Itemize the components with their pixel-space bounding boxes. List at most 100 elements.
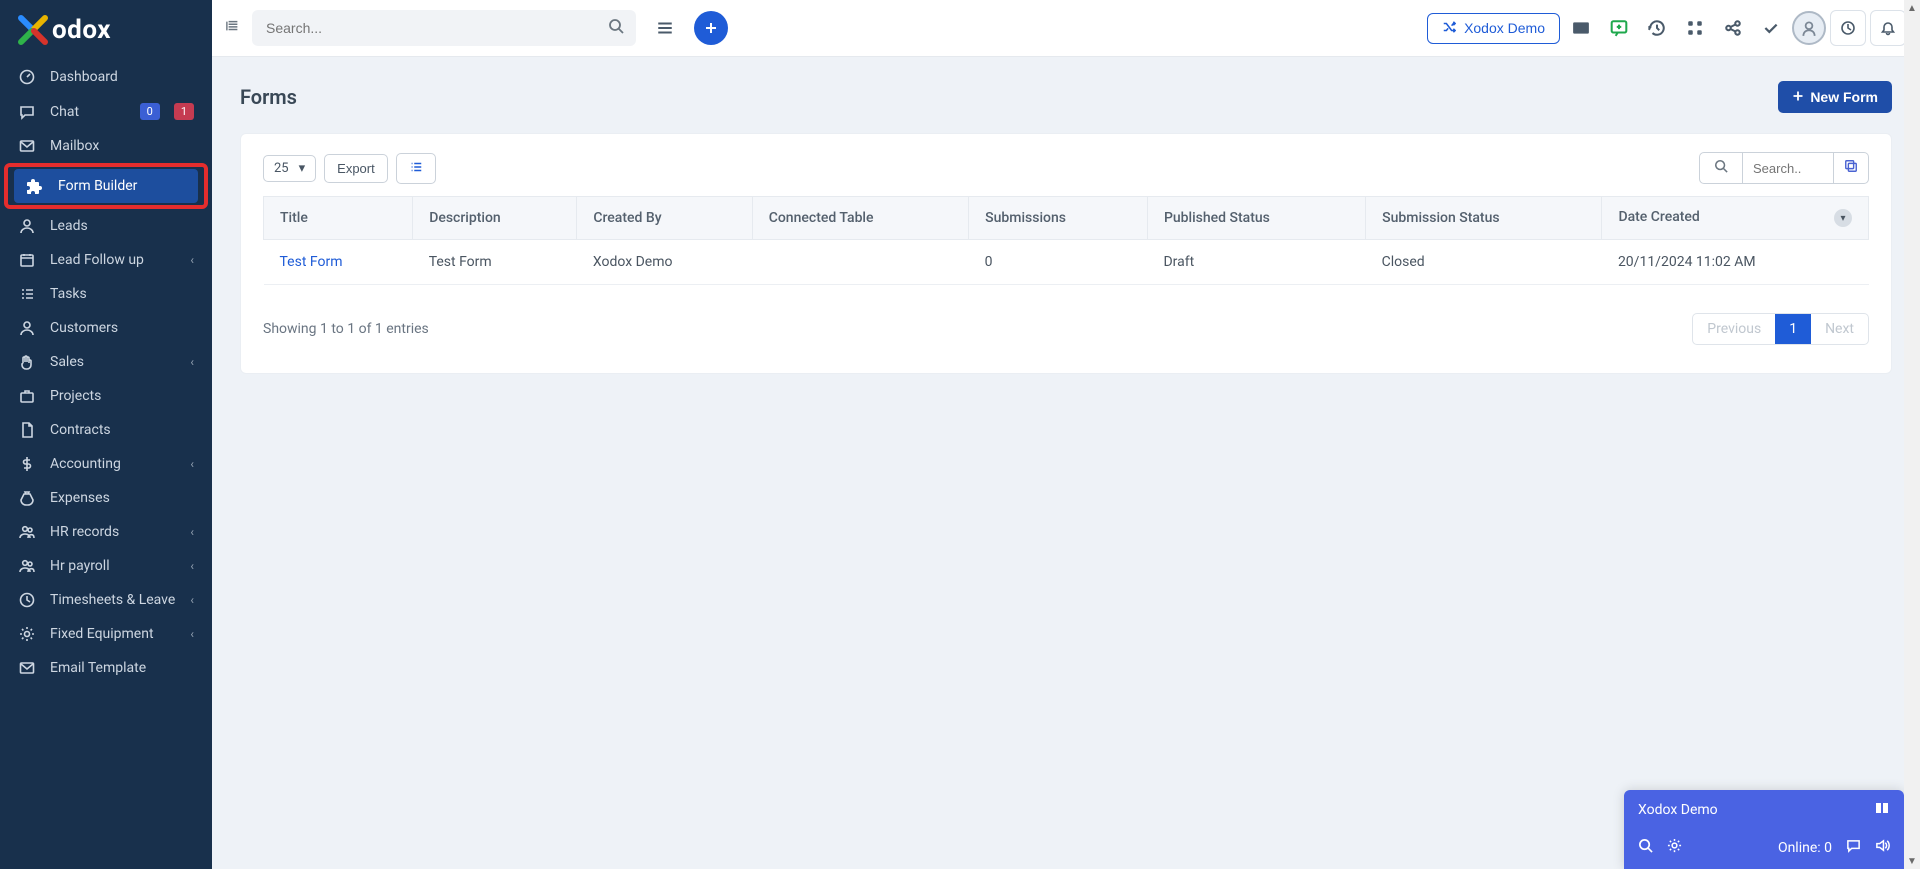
sidebar-item-label: Leads: [50, 218, 194, 234]
gear-icon[interactable]: [1667, 838, 1682, 857]
export-button[interactable]: Export: [324, 154, 388, 183]
sidebar-item-label: Projects: [50, 388, 194, 404]
demo-user-button[interactable]: Xodox Demo: [1427, 13, 1560, 44]
chevron-left-icon: ‹: [190, 525, 194, 539]
message-plus-icon[interactable]: [1602, 11, 1636, 45]
col-title[interactable]: Title: [264, 197, 413, 240]
hamburger-icon[interactable]: [648, 11, 682, 45]
history-icon[interactable]: [1640, 11, 1674, 45]
sidebar-item-hr-payroll[interactable]: Hr payroll ‹: [0, 549, 212, 583]
message-icon[interactable]: [1846, 838, 1861, 857]
group-icon: [18, 558, 36, 574]
sidebar-item-email-template[interactable]: Email Template: [0, 651, 212, 685]
col-created-by[interactable]: Created By: [577, 197, 752, 240]
sidebar-item-label: Hr payroll: [50, 558, 176, 574]
cell-connected-table: [752, 240, 968, 285]
table-search-input[interactable]: [1743, 155, 1833, 182]
pager-prev[interactable]: Previous: [1693, 314, 1775, 344]
page-header: Forms New Form: [240, 81, 1892, 113]
browser-scrollbar[interactable]: ▲ ▼: [1904, 0, 1920, 869]
gauge-icon: [18, 69, 36, 85]
grid-apps-icon[interactable]: [1678, 11, 1712, 45]
shuffle-icon: [1442, 20, 1456, 37]
sidebar-item-customers[interactable]: Customers: [0, 311, 212, 345]
forms-table: Title Description Created By Connected T…: [263, 196, 1869, 285]
sidebar-item-accounting[interactable]: Accounting ‹: [0, 447, 212, 481]
sidebar-item-form-builder[interactable]: Form Builder: [14, 169, 198, 203]
sidebar-item-timesheets[interactable]: Timesheets & Leave ‹: [0, 583, 212, 617]
document-icon: [18, 422, 36, 438]
search-icon[interactable]: [1700, 153, 1743, 183]
check-icon[interactable]: [1754, 11, 1788, 45]
cell-title[interactable]: Test Form: [264, 240, 413, 285]
col-published-status[interactable]: Published Status: [1147, 197, 1365, 240]
sidebar-item-contracts[interactable]: Contracts: [0, 413, 212, 447]
demo-user-label: Xodox Demo: [1464, 20, 1545, 36]
id-card-icon[interactable]: [1564, 11, 1598, 45]
group-icon: [18, 524, 36, 540]
col-submission-status[interactable]: Submission Status: [1366, 197, 1602, 240]
volume-icon[interactable]: [1875, 838, 1890, 857]
logo-mark-icon: [18, 15, 48, 45]
search-icon[interactable]: [608, 18, 624, 38]
sidebar-item-dashboard[interactable]: Dashboard: [0, 60, 212, 94]
scroll-up-icon[interactable]: ▲: [1904, 0, 1920, 16]
user-icon: [18, 320, 36, 336]
sidebar-item-leads[interactable]: Leads: [0, 209, 212, 243]
chevron-left-icon: ‹: [190, 457, 194, 471]
page-size-select[interactable]: 25 ▾: [263, 155, 316, 182]
sidebar-item-tasks[interactable]: Tasks: [0, 277, 212, 311]
chat-dock[interactable]: Xodox Demo Online: 0: [1624, 790, 1904, 869]
sidebar-item-label: Sales: [50, 354, 176, 370]
page-content: Forms New Form 25 ▾ Export: [212, 57, 1920, 869]
chevron-left-icon: ‹: [190, 593, 194, 607]
scroll-down-icon[interactable]: ▼: [1904, 853, 1920, 869]
new-form-button[interactable]: New Form: [1778, 81, 1892, 113]
entries-summary: Showing 1 to 1 of 1 entries: [263, 321, 429, 337]
leads-icon: [18, 218, 36, 234]
pager-next[interactable]: Next: [1811, 314, 1868, 344]
add-button[interactable]: [694, 11, 728, 45]
sidebar-item-hr-records[interactable]: HR records ‹: [0, 515, 212, 549]
topbar-actions: Xodox Demo: [1427, 10, 1906, 46]
sidebar-item-mailbox[interactable]: Mailbox: [0, 129, 212, 163]
sidebar-item-expenses[interactable]: Expenses: [0, 481, 212, 515]
bell-icon[interactable]: [1870, 10, 1906, 46]
followup-icon: [18, 252, 36, 268]
main-area: Xodox Demo: [212, 0, 1920, 869]
share-icon[interactable]: [1716, 11, 1750, 45]
page-size-value: 25: [274, 161, 289, 176]
search-input[interactable]: [264, 19, 608, 37]
col-date-created[interactable]: Date Created ▾: [1602, 197, 1869, 240]
brand-logo[interactable]: odox: [0, 0, 212, 60]
sidebar-item-label: Dashboard: [50, 69, 194, 85]
puzzle-icon: [26, 178, 44, 194]
col-connected-table[interactable]: Connected Table: [752, 197, 968, 240]
sidebar-item-lead-follow-up[interactable]: Lead Follow up ‹: [0, 243, 212, 277]
sidebar-item-label: Email Template: [50, 660, 194, 676]
sidebar-collapse-icon[interactable]: [226, 19, 240, 37]
copy-icon[interactable]: [1834, 152, 1869, 184]
scroll-track[interactable]: [1904, 16, 1920, 853]
global-search[interactable]: [252, 10, 636, 46]
sidebar-item-sales[interactable]: Sales ‹: [0, 345, 212, 379]
expand-icon[interactable]: [1874, 800, 1890, 820]
sidebar-item-projects[interactable]: Projects: [0, 379, 212, 413]
col-submissions[interactable]: Submissions: [969, 197, 1148, 240]
sidebar-item-chat[interactable]: Chat 0 1: [0, 94, 212, 129]
pager-page-1[interactable]: 1: [1775, 314, 1811, 344]
user-avatar[interactable]: [1792, 11, 1826, 45]
table-header-row: Title Description Created By Connected T…: [264, 197, 1869, 240]
dollar-icon: [18, 456, 36, 472]
list-view-button[interactable]: [396, 153, 436, 184]
chat-dock-header: Xodox Demo: [1624, 790, 1904, 830]
search-icon[interactable]: [1638, 838, 1653, 857]
sort-desc-icon[interactable]: ▾: [1834, 209, 1852, 227]
cell-published-status: Draft: [1147, 240, 1365, 285]
chevron-left-icon: ‹: [190, 559, 194, 573]
col-description[interactable]: Description: [413, 197, 577, 240]
cell-description: Test Form: [413, 240, 577, 285]
sidebar-item-fixed-equipment[interactable]: Fixed Equipment ‹: [0, 617, 212, 651]
chat-dock-sub: Online: 0: [1624, 830, 1904, 869]
clock-icon[interactable]: [1830, 10, 1866, 46]
